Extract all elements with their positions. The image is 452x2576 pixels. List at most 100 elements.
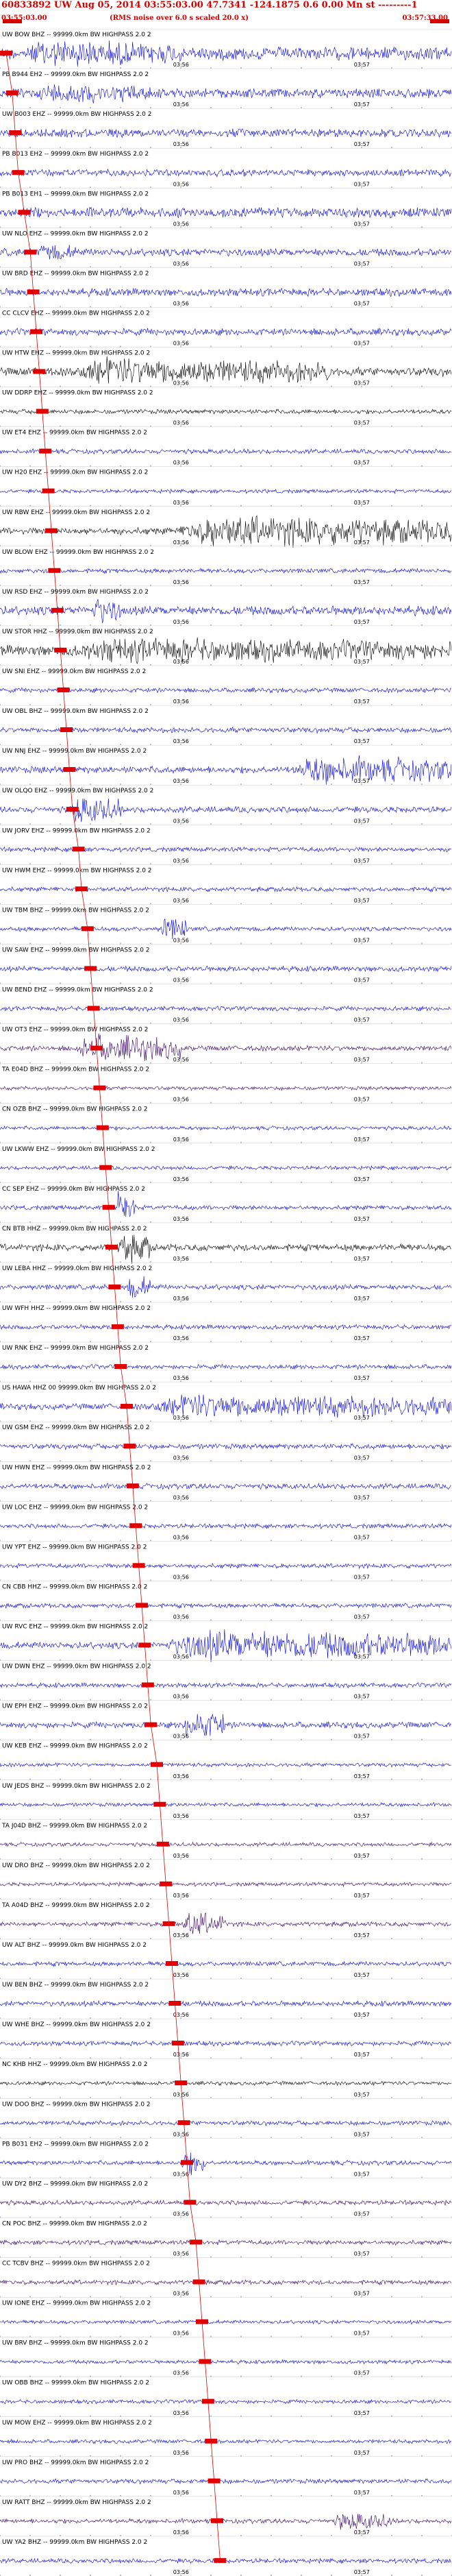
trace-label: UW LOC EHZ -- 99999.0km BW HIGHPASS 2.0 …: [2, 1504, 148, 1511]
trace-row: UW HWM EHZ -- 99999.0km BW HIGHPASS 2.0 …: [0, 864, 452, 905]
minute-tick-label: 03:56: [173, 2529, 189, 2536]
waveform-line: [0, 1912, 452, 1934]
minute-tick-label: 03:57: [354, 2211, 370, 2217]
trace-row: UW JEDS BHZ -- 99999.0km BW HIGHPASS 2.0…: [0, 1779, 452, 1820]
minute-tick-label: 03:57: [354, 2410, 370, 2416]
minute-tick-label: 03:57: [354, 2450, 370, 2456]
trace-label: CN BTB HHZ -- 99999.0km BW HIGHPASS 2.0 …: [2, 1226, 147, 1232]
trace-row: CN BTB HHZ -- 99999.0km BW HIGHPASS 2.0 …: [0, 1222, 452, 1264]
minute-tick-label: 03:57: [354, 2171, 370, 2177]
trace-row: UW YA2 BHZ -- 99999.0km BW HIGHPASS 2.0 …: [0, 2536, 452, 2576]
minute-tick-label: 03:57: [354, 460, 370, 466]
waveform-line: [0, 2152, 452, 2176]
minute-tick-label: 03:56: [173, 1296, 189, 1302]
trace-label: CC SEP EHZ -- 99999.0km BW HIGHPASS 2.0 …: [2, 1186, 145, 1193]
trace-row: UW DWN EHZ -- 99999.0km BW HIGHPASS 2.0 …: [0, 1660, 452, 1701]
minute-tick-label: 03:57: [354, 1972, 370, 1978]
trace-label: UW BRV BHZ -- 99999.0km BW HIGHPASS 2.0 …: [2, 2340, 149, 2347]
trace-label: TA E04D BHZ -- 99999.0km BW HIGHPASS 2.0…: [1, 1067, 149, 1073]
minute-tick-label: 03:57: [354, 579, 370, 585]
minute-tick-label: 03:57: [354, 2370, 370, 2377]
minute-tick-label: 03:56: [173, 1654, 189, 1660]
trace-label: UW YA2 BHZ -- 99999.0km BW HIGHPASS 2.0 …: [2, 2539, 147, 2546]
trace-label: UW GSM EHZ -- 99999.0km BW HIGHPASS 2.0 …: [2, 1424, 150, 1431]
minute-tick-label: 03:56: [173, 380, 189, 387]
minute-tick-label: 03:56: [173, 101, 189, 108]
minute-tick-label: 03:56: [173, 1455, 189, 1461]
waveform-line: [0, 1191, 452, 1217]
waveform-line: [0, 1562, 452, 1570]
minute-tick-label: 03:57: [354, 1256, 370, 1262]
trace-row: CC TCBV BHZ -- 99999.0km BW HIGHPASS 2.0…: [0, 2257, 452, 2298]
minute-tick-label: 03:57: [354, 1853, 370, 1859]
trace-label: UW BEND EHZ -- 99999.0km BW HIGHPASS 2.0…: [2, 987, 153, 994]
waveform-line: [0, 2279, 452, 2286]
trace-label: UW HWM EHZ -- 99999.0km BW HIGHPASS 2.0 …: [2, 867, 152, 874]
minute-tick-label: 03:57: [354, 1734, 370, 1740]
waveform-line: [0, 1394, 452, 1418]
trace-label: PB B944 EH2 -- 99999.0km BW HIGHPASS 2.0…: [2, 71, 149, 78]
trace-label: TA J04D BHZ -- 99999.0km BW HIGHPASS 2.0…: [1, 1823, 147, 1830]
minute-tick-label: 03:56: [173, 2450, 189, 2456]
waveform-line: [0, 1629, 452, 1662]
minute-tick-label: 03:56: [173, 2569, 189, 2575]
minute-tick-label: 03:57: [354, 1415, 370, 1421]
minute-tick-label: 03:56: [173, 738, 189, 744]
trace-row: NC KHB HHZ -- 99999.0km BW HIGHPASS 2.0 …: [0, 2058, 452, 2099]
trace-row: UW ET4 EHZ -- 99999.0km BW HIGHPASS 2.0 …: [0, 426, 452, 467]
minute-tick-label: 03:57: [354, 420, 370, 426]
minute-tick-label: 03:56: [173, 2490, 189, 2496]
waveform-line: [0, 448, 452, 455]
minute-tick-label: 03:57: [354, 778, 370, 784]
minute-tick-label: 03:56: [173, 818, 189, 824]
minute-tick-label: 03:56: [173, 2251, 189, 2257]
trace-label: UW HTW EHZ -- 99999.0km BW HIGHPASS 2.0 …: [2, 350, 150, 357]
trace-row: CN CBB HHZ -- 99999.0km BW HIGHPASS 2.0 …: [0, 1581, 452, 1621]
waveform-line: [0, 1443, 452, 1450]
trace-label: UW RSD EHZ -- 99999.0km BW HIGHPASS 2.0 …: [2, 589, 149, 596]
trace-row: UW RSD EHZ -- 99999.0km BW HIGHPASS 2.0 …: [0, 585, 452, 626]
minute-tick-label: 03:56: [173, 341, 189, 347]
minute-tick-label: 03:56: [173, 1415, 189, 1421]
minute-tick-label: 03:57: [354, 2012, 370, 2018]
waveform-line: [0, 206, 452, 219]
waveform-line: [0, 1324, 452, 1330]
trace-row: TA E04D BHZ -- 99999.0km BW HIGHPASS 2.0…: [0, 1063, 452, 1104]
trace-row: UW BEN BHZ -- 99999.0km BW HIGHPASS 2.0 …: [0, 1978, 452, 2019]
trace-row: UW LEBA HHZ -- 99999.0km BW HIGHPASS 2.0…: [0, 1262, 452, 1302]
minute-tick-label: 03:57: [354, 141, 370, 147]
minute-tick-label: 03:57: [354, 2251, 370, 2257]
trace-label: UW RVC EHZ -- 99999.0km BW HIGHPASS 2.0 …: [2, 1624, 148, 1631]
minute-tick-label: 03:56: [173, 221, 189, 227]
minute-tick-label: 03:56: [173, 698, 189, 705]
minute-tick-label: 03:56: [173, 2171, 189, 2177]
trace-label: UW BOW BHZ -- 99999.0km BW HIGHPASS 2.0 …: [2, 32, 151, 38]
noise-note: (RMS noise over 6.0 s scaled 20.0 x): [110, 14, 249, 22]
trace-label: UW H20 EHZ -- 99999.0km BW HIGHPASS 2.0 …: [2, 470, 148, 476]
minute-tick-label: 03:56: [173, 1734, 189, 1740]
minute-tick-label: 03:57: [354, 1694, 370, 1700]
waveform-line: [0, 2119, 452, 2127]
waveform-line: [0, 1602, 452, 1609]
trace-label: UW MOW EHZ -- 99999.0km BW HIGHPASS 2.0 …: [2, 2420, 152, 2427]
trace-label: UW WHE BHZ -- 99999.0km BW HIGHPASS 2.0 …: [2, 2021, 151, 2028]
minute-tick-label: 03:57: [354, 1017, 370, 1023]
trace-row: UW DOO BHZ -- 99999.0km BW HIGHPASS 2.0 …: [0, 2098, 452, 2139]
trace-row: UW YPT EHZ -- 99999.0km BW HIGHPASS 2.0 …: [0, 1541, 452, 1581]
trace-row: UW OBL BHZ -- 99999.0km BW HIGHPASS 2.0 …: [0, 705, 452, 746]
minute-tick-label: 03:56: [173, 977, 189, 984]
minute-tick-label: 03:56: [173, 659, 189, 665]
trace-label: UW RBW EHZ -- 99999.0km BW HIGHPASS 2.0 …: [2, 509, 150, 516]
minute-tick-label: 03:57: [354, 62, 370, 68]
trace-row: UW LOC EHZ -- 99999.0km BW HIGHPASS 2.0 …: [0, 1501, 452, 1542]
trace-row: CC SEP EHZ -- 99999.0km BW HIGHPASS 2.0 …: [0, 1182, 452, 1223]
trace-label: UW WFH HHZ -- 99999.0km BW HIGHPASS 2.0 …: [2, 1305, 151, 1312]
minute-tick-label: 03:57: [354, 181, 370, 187]
minute-tick-label: 03:57: [354, 738, 370, 744]
trace-label: UW IONE EHZ -- 99999.0km BW HIGHPASS 2.0…: [2, 2300, 151, 2307]
minute-tick-label: 03:56: [173, 2291, 189, 2297]
minute-tick-label: 03:57: [354, 1614, 370, 1620]
waveform-line: [0, 2319, 452, 2325]
minute-tick-label: 03:56: [173, 1574, 189, 1580]
minute-tick-label: 03:56: [173, 1932, 189, 1939]
